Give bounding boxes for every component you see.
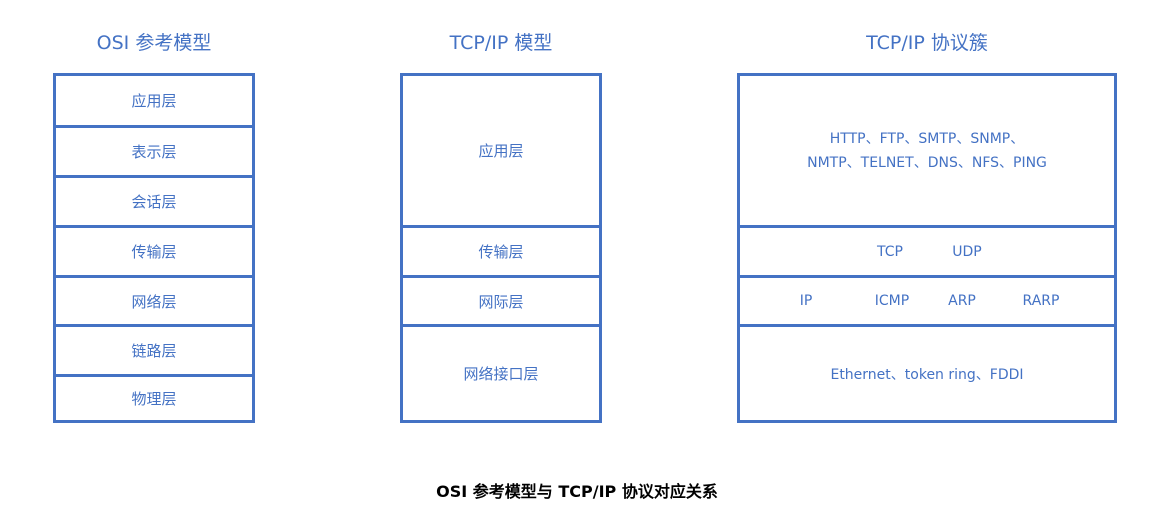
protocol-tcp: TCP [877, 243, 903, 260]
tcpip-layer-network-interface: 网络接口层 [403, 324, 599, 420]
tcpip-layer-internet: 网际层 [403, 275, 599, 324]
osi-layer-presentation: 表示层 [56, 125, 252, 175]
suite-internet-protocols: IP ICMP ARP RARP [740, 275, 1114, 324]
suite-stack: HTTP、FTP、SMTP、SNMP、 NMTP、TELNET、DNS、NFS、… [737, 73, 1117, 423]
osi-title: OSI 参考模型 [96, 32, 212, 54]
protocol-arp: ARP [948, 293, 976, 309]
suite-application-protocols: HTTP、FTP、SMTP、SNMP、 NMTP、TELNET、DNS、NFS、… [740, 76, 1114, 225]
suite-title: TCP/IP 协议簇 [866, 32, 988, 54]
suite-link-protocols: Ethernet、token ring、FDDI [740, 324, 1114, 420]
osi-stack: 应用层 表示层 会话层 传输层 网络层 链路层 物理层 [53, 73, 255, 423]
osi-layer-datalink: 链路层 [56, 324, 252, 374]
protocol-udp: UDP [952, 243, 982, 260]
suite-application-line-1: HTTP、FTP、SMTP、SNMP、 [829, 130, 1025, 147]
tcpip-layer-application: 应用层 [478, 142, 524, 160]
suite-transport-protocols: TCP UDP [740, 225, 1114, 275]
osi-layer-session: 会话层 [56, 175, 252, 225]
protocol-icmp: ICMP [874, 293, 910, 309]
osi-layer-transport: 传输层 [56, 225, 252, 275]
tcpip-title: TCP/IP 模型 [449, 32, 553, 54]
figure-caption: OSI 参考模型与 TCP/IP 协议对应关系 [436, 482, 718, 501]
tcpip-stack: 应用层 传输层 网际层 网络接口层 [400, 73, 602, 423]
osi-layer-network: 网络层 [56, 275, 252, 324]
suite-link-text: Ethernet、token ring、FDDI [830, 366, 1024, 383]
suite-application-line-2: NMTP、TELNET、DNS、NFS、PING [807, 154, 1047, 171]
osi-layer-physical: 物理层 [56, 374, 252, 420]
protocol-rarp: RARP [1022, 293, 1060, 309]
osi-layer-application: 应用层 [131, 92, 177, 110]
tcpip-layer-transport: 传输层 [403, 225, 599, 275]
protocol-ip: IP [799, 293, 813, 309]
